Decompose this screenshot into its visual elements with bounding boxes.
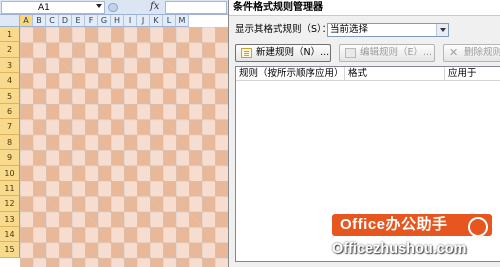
row-header[interactable]: 1 — [0, 27, 20, 43]
column-headers: ABCDEFGHIJKLM — [20, 15, 189, 27]
formula-input[interactable] — [165, 1, 227, 14]
column-header[interactable]: F — [85, 15, 98, 27]
row-headers: 1 2 3 4 5 6 7 8 9 10 11 12 13 14 15 — [0, 27, 20, 258]
column-header[interactable]: A — [20, 15, 33, 27]
row-header[interactable]: 13 — [0, 211, 20, 228]
column-header[interactable]: J — [137, 15, 150, 27]
new-rule-label: 新建规则（N）... — [256, 47, 330, 58]
insert-function-icon[interactable]: fx — [150, 0, 159, 14]
name-box[interactable]: A1 — [1, 1, 105, 14]
chevron-down-icon[interactable] — [436, 24, 448, 36]
row-header[interactable]: 6 — [0, 103, 20, 120]
column-header[interactable]: G — [98, 15, 111, 27]
select-all-corner[interactable] — [0, 15, 20, 27]
delete-x-icon: ✕ — [449, 46, 459, 59]
spreadsheet: ABCDEFGHIJKLM 1 2 3 4 5 6 7 8 9 10 11 12 13 14 15 — [0, 15, 228, 267]
column-header[interactable]: E — [72, 15, 85, 27]
row-header[interactable]: 4 — [0, 73, 20, 89]
chevron-down-icon[interactable] — [96, 4, 102, 8]
rules-list[interactable]: 规则（按所示顺序应用） 格式 应用于 — [235, 66, 500, 262]
column-header[interactable]: D — [59, 15, 72, 27]
show-rules-label: 显示其格式规则（S）： — [235, 24, 332, 35]
formula-bar-grip-icon[interactable] — [108, 3, 118, 12]
edit-rule-button[interactable]: 编辑规则（E）... — [339, 44, 435, 62]
row-header[interactable]: 10 — [0, 165, 20, 181]
dialog-title: 条件格式规则管理器 — [229, 0, 500, 16]
edit-rule-icon — [345, 48, 356, 58]
cell-grid[interactable] — [20, 27, 228, 267]
row-header[interactable]: 2 — [0, 42, 20, 58]
delete-rule-button[interactable]: ✕ 删除规则 — [443, 44, 500, 62]
new-rule-icon — [241, 48, 252, 58]
edit-rule-label: 编辑规则（E）... — [360, 47, 433, 58]
column-header[interactable]: M — [176, 15, 189, 27]
row-header[interactable]: 7 — [0, 119, 20, 135]
show-rules-value: 当前选择 — [330, 24, 369, 35]
rules-list-header: 规则（按所示顺序应用） 格式 应用于 — [236, 67, 500, 81]
show-rules-select[interactable]: 当前选择 — [327, 23, 449, 37]
column-header[interactable]: C — [46, 15, 59, 27]
column-format[interactable]: 格式 — [344, 67, 367, 81]
row-header[interactable]: 5 — [0, 88, 20, 104]
row-header[interactable]: 14 — [0, 227, 20, 243]
row-header[interactable]: 15 — [0, 242, 20, 258]
column-applies-to[interactable]: 应用于 — [444, 67, 477, 81]
row-header[interactable]: 8 — [0, 134, 20, 151]
column-header[interactable]: L — [163, 15, 176, 27]
row-header[interactable]: 3 — [0, 57, 20, 74]
column-rule[interactable]: 规则（按所示顺序应用） — [239, 67, 344, 81]
new-rule-button[interactable]: 新建规则（N）... — [235, 44, 331, 62]
conditional-formatting-dialog: 条件格式规则管理器 显示其格式规则（S）： 当前选择 新建规则（N）... 编辑… — [228, 0, 500, 267]
column-header[interactable]: B — [33, 15, 46, 27]
row-header[interactable]: 12 — [0, 196, 20, 212]
row-header[interactable]: 9 — [0, 150, 20, 166]
row-header[interactable]: 11 — [0, 180, 20, 197]
column-header[interactable]: H — [111, 15, 124, 27]
column-header[interactable]: K — [150, 15, 163, 27]
delete-rule-label: 删除规则 — [464, 47, 500, 58]
name-box-value: A1 — [38, 3, 50, 13]
column-header[interactable]: I — [124, 15, 137, 27]
